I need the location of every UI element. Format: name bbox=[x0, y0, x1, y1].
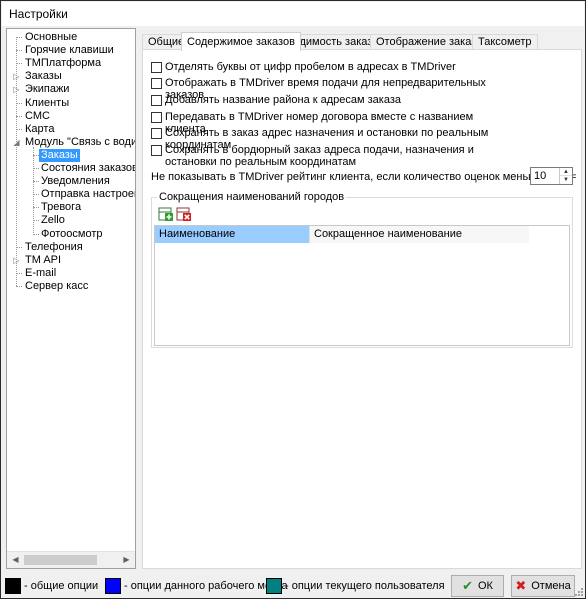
checkbox[interactable] bbox=[151, 62, 162, 73]
tree-item-label: Телефония bbox=[25, 240, 83, 253]
ok-button[interactable]: ✔ ОК bbox=[451, 575, 504, 597]
checkbox[interactable] bbox=[151, 128, 162, 139]
group-title: Сокращения наименований городов bbox=[157, 191, 347, 203]
tree-item-label: TM API bbox=[25, 253, 62, 266]
window-titlebar: Настройки bbox=[2, 2, 584, 26]
option-save-border-order-real-coords[interactable]: Сохранять в бордюрный заказ адреса подач… bbox=[151, 144, 495, 168]
tree-child-connector bbox=[33, 146, 34, 234]
column-header-name[interactable]: Наименование bbox=[155, 226, 309, 243]
cancel-button-label: Отмена bbox=[531, 580, 571, 592]
tab-taximeter[interactable]: Таксометр bbox=[472, 34, 538, 50]
tree-item-label: Отправка настроек в TMDriver bbox=[41, 188, 136, 201]
city-abbreviations-table[interactable]: Наименование Сокращенное наименование bbox=[154, 225, 570, 346]
tree-item-label: Фотоосмотр bbox=[41, 227, 103, 240]
column-header-short-name[interactable]: Сокращенное наименование bbox=[309, 226, 529, 243]
legend-swatch-user bbox=[266, 578, 282, 594]
rating-threshold-spinner[interactable]: 10 ▲ ▼ bbox=[530, 167, 573, 185]
scroll-right-icon[interactable]: ▶ bbox=[118, 552, 135, 568]
legend-swatch-common bbox=[5, 578, 21, 594]
spinner-value[interactable]: 10 bbox=[534, 170, 546, 183]
tree-item-label: TMПлатформа bbox=[25, 57, 102, 70]
tree-item-label: Карта bbox=[25, 122, 55, 135]
cancel-button[interactable]: ✖ Отмена bbox=[511, 575, 575, 597]
delete-row-icon[interactable] bbox=[176, 206, 192, 222]
tab-order-content[interactable]: Содержимое заказов bbox=[181, 32, 301, 51]
legend-swatch-workstation bbox=[105, 578, 121, 594]
tree-item-label: Модуль "Связь с водителями" bbox=[25, 135, 135, 148]
scroll-left-icon[interactable]: ◀ bbox=[7, 552, 24, 568]
tree-item-label: Горячие клавиши bbox=[25, 44, 114, 57]
tree-item-label: СМС bbox=[25, 109, 50, 122]
legend-label-workstation: - опции данного рабочего места bbox=[124, 580, 288, 592]
tree-item-label: Сервер касс bbox=[25, 279, 89, 292]
option-add-district[interactable]: Добавлять название района к адресам зака… bbox=[151, 94, 495, 106]
add-row-icon[interactable] bbox=[158, 206, 174, 222]
tree-item-label: Zello bbox=[41, 214, 65, 227]
tree-item-label: Состояния заказов bbox=[41, 162, 136, 174]
city-abbreviations-group: Сокращения наименований городов Наименов… bbox=[151, 191, 573, 348]
tree-item-label: Уведомления bbox=[41, 175, 110, 188]
legend-label-user: - опции текущего пользователя bbox=[285, 580, 445, 592]
tab-panel-order-content: Отделять буквы от цифр пробелом в адреса… bbox=[142, 49, 582, 569]
ok-button-label: ОК bbox=[477, 580, 493, 592]
checkbox[interactable] bbox=[151, 145, 162, 156]
legend-label-common: - общие опции bbox=[24, 580, 99, 592]
tree-item-label: E-mail bbox=[25, 266, 57, 279]
tree-item-label: Экипажи bbox=[25, 83, 70, 96]
checkbox[interactable] bbox=[151, 78, 162, 89]
tree-item-label: Заказы bbox=[39, 148, 80, 162]
tree-item-label: Тревога bbox=[41, 201, 82, 214]
settings-window: Настройки Основные Горячие клавиши TMПлатф… bbox=[0, 0, 586, 599]
option-label: Отделять буквы от цифр пробелом в адреса… bbox=[165, 61, 456, 73]
option-separate-letters[interactable]: Отделять буквы от цифр пробелом в адреса… bbox=[151, 61, 495, 73]
tree-item-label: Основные bbox=[25, 31, 78, 43]
spinner-up-icon[interactable]: ▲ bbox=[559, 168, 572, 176]
rating-threshold-label: Не показывать в TMDriver рейтинг клиента… bbox=[151, 171, 577, 183]
option-label: Сохранять в бордюрный заказ адреса подач… bbox=[165, 144, 474, 168]
tree-connector bbox=[16, 285, 22, 287]
option-label: Добавлять название района к адресам зака… bbox=[165, 94, 401, 106]
cross-icon: ✖ bbox=[515, 578, 527, 593]
scrollbar-thumb[interactable] bbox=[24, 555, 97, 565]
check-icon: ✔ bbox=[462, 578, 473, 593]
tree-root-connector bbox=[16, 37, 17, 286]
settings-tree[interactable]: Основные Горячие клавиши TMПлатформа ▷ Заказ… bbox=[6, 28, 136, 569]
window-title: Настройки bbox=[9, 7, 68, 21]
tree-horizontal-scrollbar[interactable]: ◀ ▶ bbox=[7, 551, 135, 568]
resize-grip-icon[interactable] bbox=[573, 586, 583, 596]
tree-rows: Основные Горячие клавиши TMПлатформа ▷ Заказ… bbox=[7, 29, 135, 551]
checkbox[interactable] bbox=[151, 95, 162, 106]
tree-item-label: Клиенты bbox=[25, 96, 70, 109]
checkbox[interactable] bbox=[151, 112, 162, 123]
spinner-down-icon[interactable]: ▼ bbox=[559, 176, 572, 184]
tree-item-label: Заказы bbox=[25, 70, 62, 83]
